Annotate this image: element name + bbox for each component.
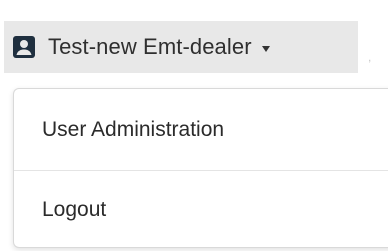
user-name-label: Test-new Emt-dealer: [48, 34, 252, 59]
menu-divider: [14, 170, 388, 171]
user-badge-icon: [12, 35, 36, 59]
user-dropdown-menu: User Administration Logout: [13, 88, 388, 248]
user-menu-toggle[interactable]: Test-new Emt-dealer: [4, 21, 358, 73]
menu-item-logout[interactable]: Logout: [14, 173, 388, 247]
page: Test-new Emt-dealer , User Administratio…: [0, 0, 388, 251]
caret-down-icon: [261, 46, 270, 52]
separator-mark: ,: [368, 50, 372, 64]
menu-item-user-administration[interactable]: User Administration: [14, 93, 388, 167]
